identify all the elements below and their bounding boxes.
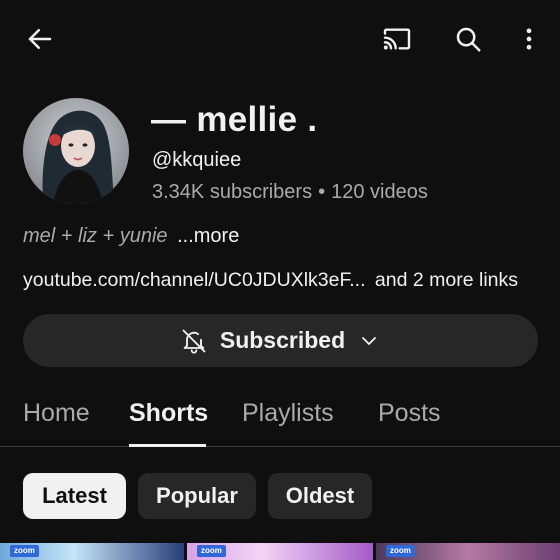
channel-handle: @kkquiee: [152, 149, 242, 171]
tab-posts[interactable]: Posts: [378, 399, 441, 428]
short-thumbnail[interactable]: zoom: [376, 543, 560, 560]
more-links-label[interactable]: and 2 more links: [375, 269, 518, 291]
channel-description[interactable]: mel + liz + yunie ...more: [23, 225, 239, 248]
cast-button[interactable]: [375, 17, 419, 61]
channel-name: — mellie .: [151, 100, 318, 139]
back-button[interactable]: [18, 17, 62, 61]
zoom-badge: zoom: [10, 545, 39, 557]
chip-popular[interactable]: Popular: [138, 473, 256, 519]
bell-off-icon: [182, 329, 206, 354]
channel-link-url[interactable]: youtube.com/channel/UC0JDUXlk3eF...: [23, 269, 366, 291]
subscribed-button[interactable]: Subscribed: [23, 314, 538, 367]
short-thumbnail[interactable]: zoom: [0, 543, 184, 560]
video-count: 120 videos: [331, 181, 428, 203]
search-button[interactable]: [446, 17, 490, 61]
tab-shorts[interactable]: Shorts: [129, 399, 208, 428]
zoom-badge: zoom: [197, 545, 226, 557]
subscribed-label: Subscribed: [219, 327, 346, 353]
description-text: mel + liz + yunie: [23, 225, 168, 247]
channel-tabs: Home Shorts Playlists Posts: [0, 385, 560, 447]
subscriber-count: 3.34K subscribers: [152, 181, 313, 203]
description-more-link[interactable]: ...more: [177, 225, 239, 247]
stats-separator: •: [318, 181, 326, 203]
zoom-badge: zoom: [386, 545, 415, 557]
tab-home[interactable]: Home: [23, 399, 90, 428]
chip-latest[interactable]: Latest: [23, 473, 126, 519]
channel-links[interactable]: youtube.com/channel/UC0JDUXlk3eF... and …: [23, 269, 518, 292]
channel-avatar[interactable]: [23, 98, 129, 204]
more-vertical-icon: [526, 28, 532, 50]
avatar-image: [23, 98, 129, 204]
search-icon: [456, 27, 481, 52]
chevron-down-icon: [362, 336, 377, 345]
arrow-left-icon: [28, 29, 52, 49]
shorts-grid: zoom zoom zoom: [0, 543, 560, 560]
short-thumbnail[interactable]: zoom: [187, 543, 373, 560]
active-tab-indicator: [129, 444, 206, 447]
tab-playlists[interactable]: Playlists: [242, 399, 334, 428]
channel-stats: 3.34K subscribers • 120 videos: [152, 181, 428, 204]
chip-oldest[interactable]: Oldest: [268, 473, 372, 519]
top-app-bar: [0, 0, 560, 80]
cast-icon: [383, 28, 411, 50]
more-options-button[interactable]: [507, 17, 551, 61]
